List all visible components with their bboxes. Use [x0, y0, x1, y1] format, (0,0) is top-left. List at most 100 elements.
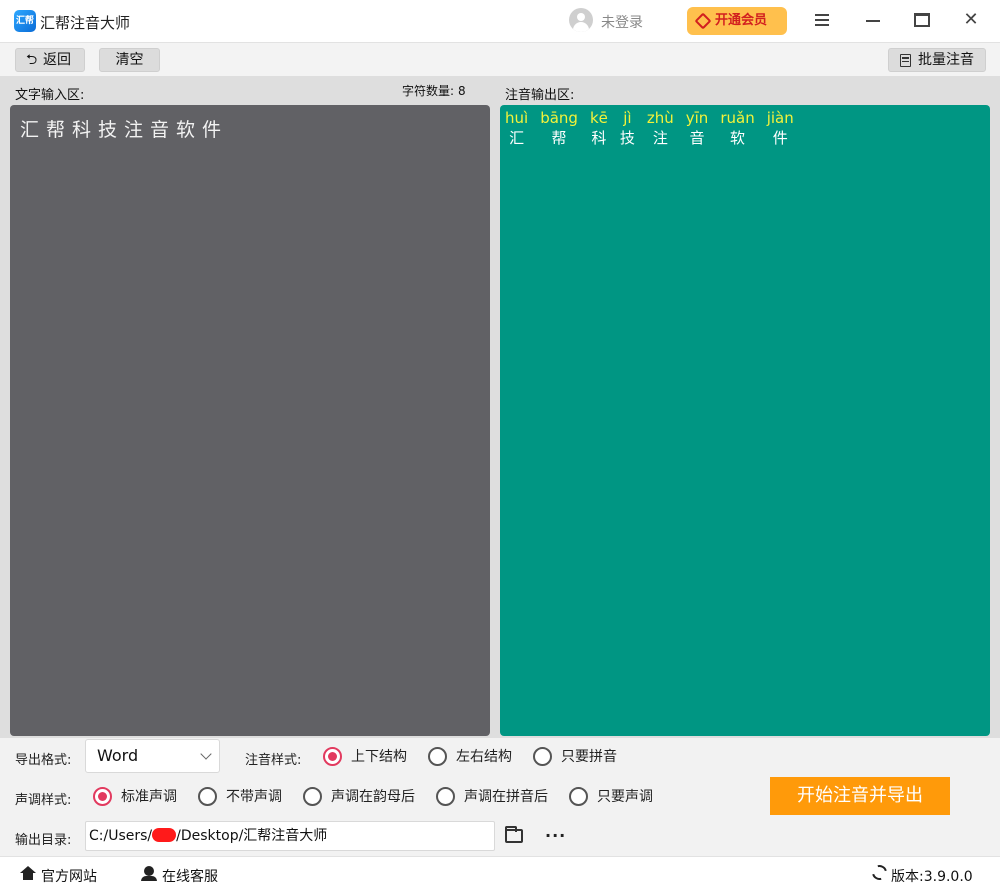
- tone-label: 声调样式:: [15, 793, 72, 808]
- version-label: 版本:: [891, 869, 924, 885]
- tone-radio-none[interactable]: 不带声调: [198, 786, 282, 806]
- hanzi-text: 注: [652, 129, 668, 147]
- radio-icon: [428, 746, 447, 766]
- customer-service-icon[interactable]: [141, 866, 157, 881]
- toolbar: ⮌ 返回 清空 批量注音: [0, 42, 1000, 76]
- format-label: 导出格式:: [15, 753, 72, 768]
- path-prefix: C:/Users/: [89, 828, 153, 844]
- tone-radio-standard[interactable]: 标准声调: [93, 786, 177, 806]
- user-avatar-icon[interactable]: [569, 8, 593, 32]
- version-info: 版本:3.9.0.0: [891, 866, 973, 886]
- pinyin-cell: ruǎn 软: [720, 108, 754, 148]
- pinyin-cell: huì 汇: [505, 108, 528, 148]
- format-select[interactable]: Word: [85, 739, 220, 773]
- tone-option-label: 不带声调: [226, 789, 282, 805]
- pinyin-cell: zhù 注: [647, 108, 674, 148]
- home-icon[interactable]: [20, 866, 36, 880]
- radio-icon: [569, 786, 588, 806]
- redacted-mark: [152, 828, 177, 842]
- tone-radio-tone-only[interactable]: 只要声调: [569, 786, 653, 806]
- batch-label: 批量注音: [918, 52, 974, 68]
- char-count: 字符数量: 8: [398, 82, 466, 99]
- pinyin-text: ruǎn: [720, 109, 755, 127]
- back-button[interactable]: ⮌ 返回: [15, 48, 85, 72]
- chevron-down-icon: [200, 748, 212, 760]
- tone-option-label: 标准声调: [121, 789, 177, 805]
- back-arrow-icon: ⮌: [26, 52, 38, 68]
- char-count-value: 8: [458, 84, 466, 98]
- pinyin-row: huì 汇 bāng 帮 kē 科 jì 技 zhù 注 yīn 音 ruǎn 软 jiàn 件: [505, 108, 806, 148]
- pinyin-output-area[interactable]: huì 汇 bāng 帮 kē 科 jì 技 zhù 注 yīn 音 ruǎn 软 jiàn 件: [500, 105, 990, 736]
- hanzi-text: 软: [730, 129, 746, 147]
- radio-icon: [533, 746, 552, 766]
- minimize-icon[interactable]: [866, 20, 880, 22]
- app-logo-icon: 汇帮: [14, 10, 36, 32]
- radio-icon: [323, 746, 342, 766]
- batch-annotate-button[interactable]: 批量注音: [888, 48, 986, 72]
- version-value: 3.9.0.0: [923, 869, 973, 885]
- pinyin-cell: kē 科: [590, 108, 608, 148]
- service-link[interactable]: 在线客服: [162, 866, 218, 886]
- style-option-label: 只要拼音: [561, 749, 617, 765]
- vip-button[interactable]: 开通会员: [687, 7, 787, 35]
- input-area-label: 文字输入区:: [15, 88, 85, 103]
- pinyin-cell: jì 技: [620, 108, 635, 148]
- back-label: 返回: [43, 52, 71, 68]
- style-radio-top-bottom[interactable]: 上下结构: [323, 746, 407, 766]
- folder-icon[interactable]: [505, 826, 523, 843]
- input-text[interactable]: 汇帮科技注音软件: [20, 115, 228, 142]
- format-value: Word: [97, 746, 139, 765]
- hanzi-text: 技: [619, 129, 635, 147]
- pinyin-text: bāng: [540, 109, 578, 127]
- hanzi-text: 汇: [509, 129, 525, 147]
- style-label: 注音样式:: [245, 753, 302, 768]
- text-input-area[interactable]: 汇帮科技注音软件: [10, 105, 490, 736]
- clear-button[interactable]: 清空: [99, 48, 160, 72]
- pinyin-text: huì: [505, 109, 529, 127]
- radio-icon: [93, 786, 112, 806]
- vip-label: 开通会员: [715, 13, 768, 28]
- title-bar: 汇帮 汇帮注音大师 未登录 开通会员 ✕: [0, 0, 1000, 42]
- website-link[interactable]: 官方网站: [41, 866, 97, 886]
- radio-icon: [436, 786, 455, 806]
- path-suffix: /Desktop/汇帮注音大师: [176, 828, 328, 844]
- hanzi-text: 科: [591, 129, 607, 147]
- tone-option-label: 声调在韵母后: [331, 789, 415, 805]
- options-panel: 导出格式: Word 注音样式: 上下结构 左右结构 只要拼音 声调样式: 标准…: [0, 738, 1000, 856]
- app-title: 汇帮注音大师: [40, 14, 131, 32]
- output-area-label: 注音输出区:: [505, 88, 575, 103]
- login-link[interactable]: 未登录: [601, 12, 643, 32]
- document-icon: [900, 54, 911, 67]
- pinyin-cell: bāng 帮: [540, 108, 578, 148]
- tone-option-label: 声调在拼音后: [464, 789, 548, 805]
- menu-icon[interactable]: [815, 14, 829, 26]
- tone-radio-after-final[interactable]: 声调在韵母后: [303, 786, 415, 806]
- style-radio-pinyin-only[interactable]: 只要拼音: [533, 746, 617, 766]
- more-icon[interactable]: ···: [545, 826, 566, 845]
- output-dir-label: 输出目录:: [15, 833, 72, 848]
- close-icon[interactable]: ✕: [962, 11, 980, 29]
- radio-icon: [303, 786, 322, 806]
- output-path-input[interactable]: C:/Users/ /Desktop/汇帮注音大师: [85, 821, 495, 851]
- maximize-icon[interactable]: [914, 13, 930, 27]
- pinyin-text: yīn: [685, 109, 709, 127]
- pinyin-cell: jiàn 件: [767, 108, 794, 148]
- hanzi-text: 帮: [551, 129, 567, 147]
- status-bar: 官方网站 在线客服 版本:3.9.0.0: [0, 856, 1000, 890]
- char-count-label: 字符数量:: [402, 84, 455, 98]
- pinyin-text: jiàn: [766, 109, 794, 127]
- pinyin-text: zhù: [646, 109, 674, 127]
- style-option-label: 左右结构: [456, 749, 512, 765]
- radio-icon: [198, 786, 217, 806]
- start-export-button[interactable]: 开始注音并导出: [770, 777, 950, 815]
- work-area: 文字输入区: 字符数量: 8 注音输出区: 汇帮科技注音软件 huì 汇 bāng 帮 k…: [0, 76, 1000, 738]
- pinyin-text: jì: [623, 109, 632, 127]
- style-option-label: 上下结构: [351, 749, 407, 765]
- tone-radio-after-pinyin[interactable]: 声调在拼音后: [436, 786, 548, 806]
- hanzi-text: 音: [689, 129, 705, 147]
- hanzi-text: 件: [772, 129, 788, 147]
- pinyin-cell: yīn 音: [686, 108, 709, 148]
- diamond-icon: [694, 12, 712, 30]
- style-radio-left-right[interactable]: 左右结构: [428, 746, 512, 766]
- pinyin-text: kē: [589, 109, 608, 127]
